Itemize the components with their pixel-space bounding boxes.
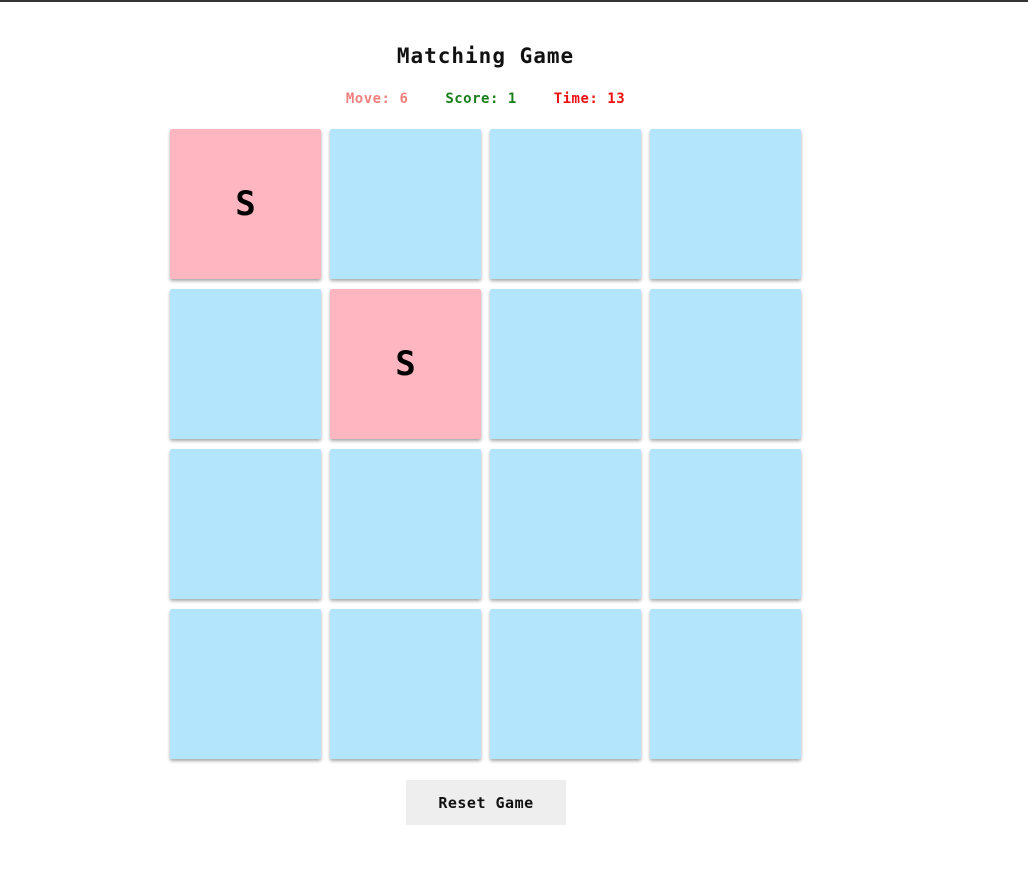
card-hidden[interactable] (170, 289, 321, 439)
stats-bar: Move: 6 Score: 1 Time: 13 (0, 91, 971, 107)
card-hidden[interactable] (490, 609, 641, 759)
score-value: 1 (507, 91, 517, 107)
card-hidden[interactable] (330, 449, 481, 599)
reset-game-button[interactable]: Reset Game (406, 780, 566, 825)
time-counter: Time: 13 (554, 91, 625, 107)
card-revealed[interactable]: S (330, 289, 481, 439)
card-hidden[interactable] (490, 289, 641, 439)
score-label: Score: (445, 91, 499, 107)
card-hidden[interactable] (490, 129, 641, 279)
card-grid: SS (170, 129, 802, 759)
card-hidden[interactable] (170, 609, 321, 759)
card-hidden[interactable] (650, 449, 801, 599)
move-counter: Move: 6 (346, 91, 409, 107)
score-counter: Score: 1 (445, 91, 516, 107)
card-symbol: S (395, 344, 416, 384)
move-label: Move: (345, 91, 391, 107)
time-label: Time: (553, 91, 599, 107)
card-revealed[interactable]: S (170, 129, 321, 279)
time-value: 13 (607, 91, 626, 107)
card-symbol: S (235, 184, 256, 224)
card-hidden[interactable] (170, 449, 321, 599)
card-hidden[interactable] (650, 129, 801, 279)
game-title: Matching Game (396, 44, 575, 68)
card-hidden[interactable] (330, 609, 481, 759)
card-hidden[interactable] (330, 129, 481, 279)
move-value: 6 (399, 91, 409, 107)
card-hidden[interactable] (650, 289, 801, 439)
card-hidden[interactable] (650, 609, 801, 759)
card-hidden[interactable] (490, 449, 641, 599)
top-border (0, 0, 1028, 2)
